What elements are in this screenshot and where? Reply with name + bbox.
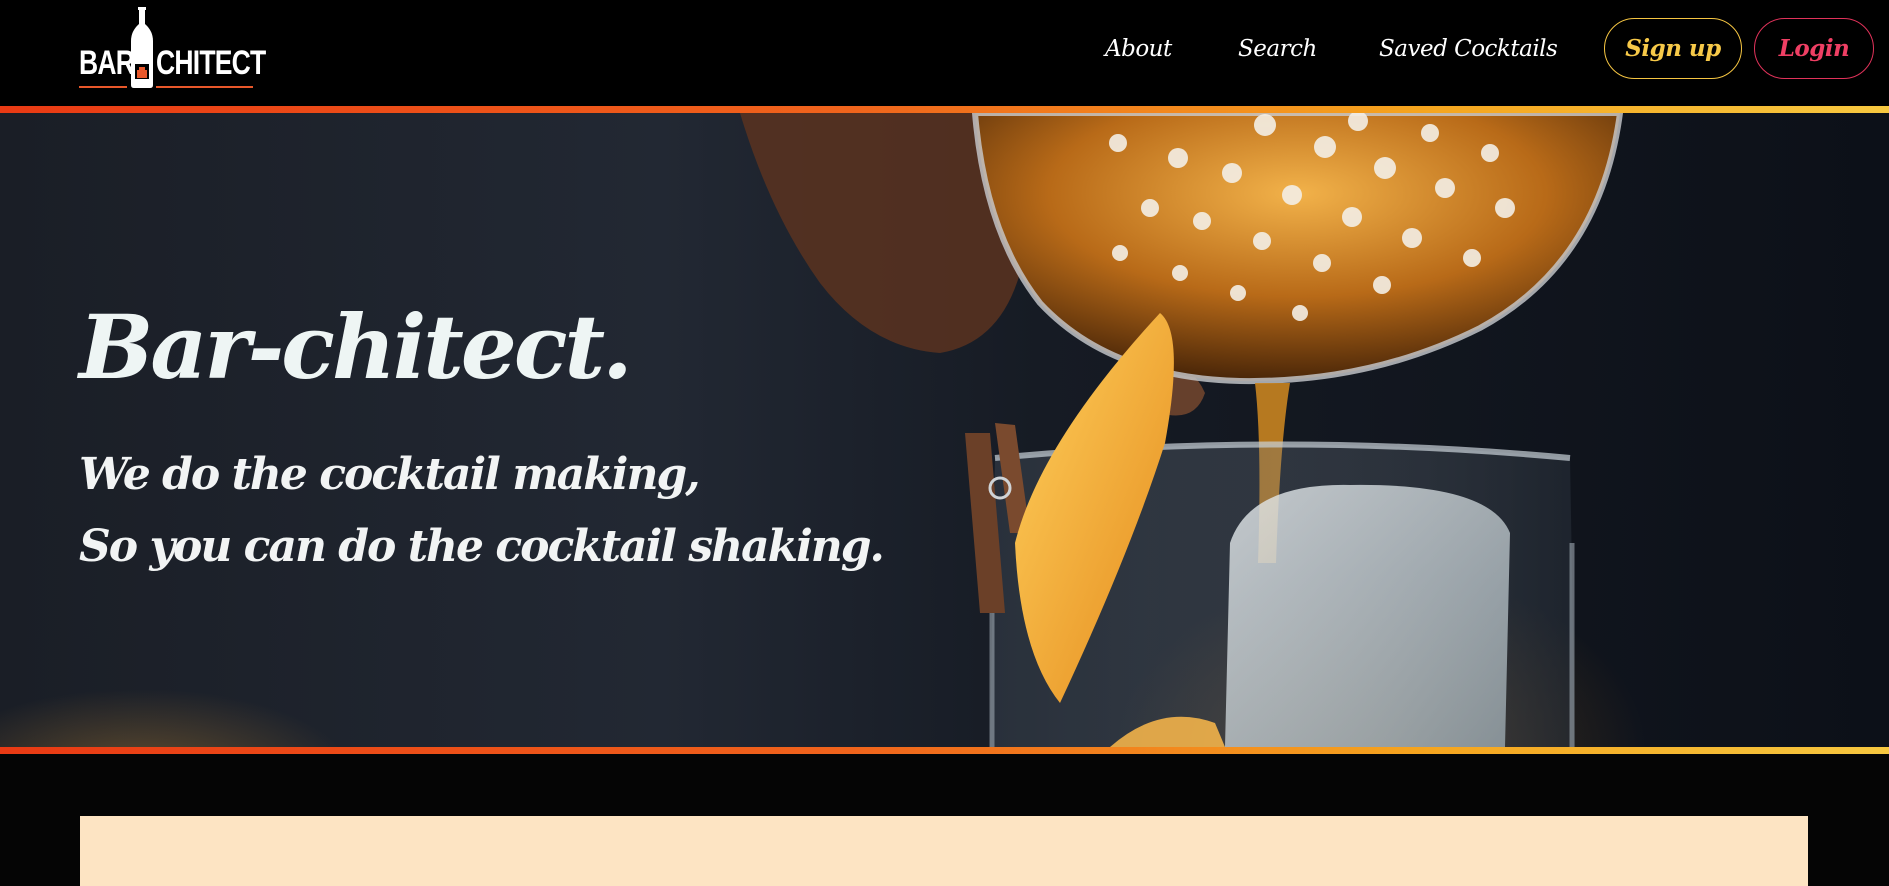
login-button[interactable]: Login xyxy=(1754,18,1874,79)
logo-underline-right xyxy=(156,86,253,88)
nav-link-saved-cocktails[interactable]: Saved Cocktails xyxy=(1379,36,1558,62)
hero-tagline-line2: So you can do the cocktail shaking. xyxy=(79,521,885,572)
hero-tagline-line1: We do the cocktail making, xyxy=(79,449,701,500)
hero-banner: Bar-chitect. We do the cocktail making, … xyxy=(0,113,1889,747)
content-card xyxy=(80,816,1808,886)
logo-underline-left xyxy=(79,86,127,88)
hero-title: Bar-chitect. xyxy=(79,295,633,399)
signup-button[interactable]: Sign up xyxy=(1604,18,1742,79)
nav-link-about[interactable]: About xyxy=(1105,36,1172,62)
navbar: BAR CHITECT About Search Saved Cocktails… xyxy=(0,0,1889,106)
hero-divider-stripe xyxy=(0,747,1889,754)
nav-link-search[interactable]: Search xyxy=(1238,36,1317,62)
cocktail-pouring-photo xyxy=(740,113,1624,747)
header-divider-stripe xyxy=(0,106,1889,113)
